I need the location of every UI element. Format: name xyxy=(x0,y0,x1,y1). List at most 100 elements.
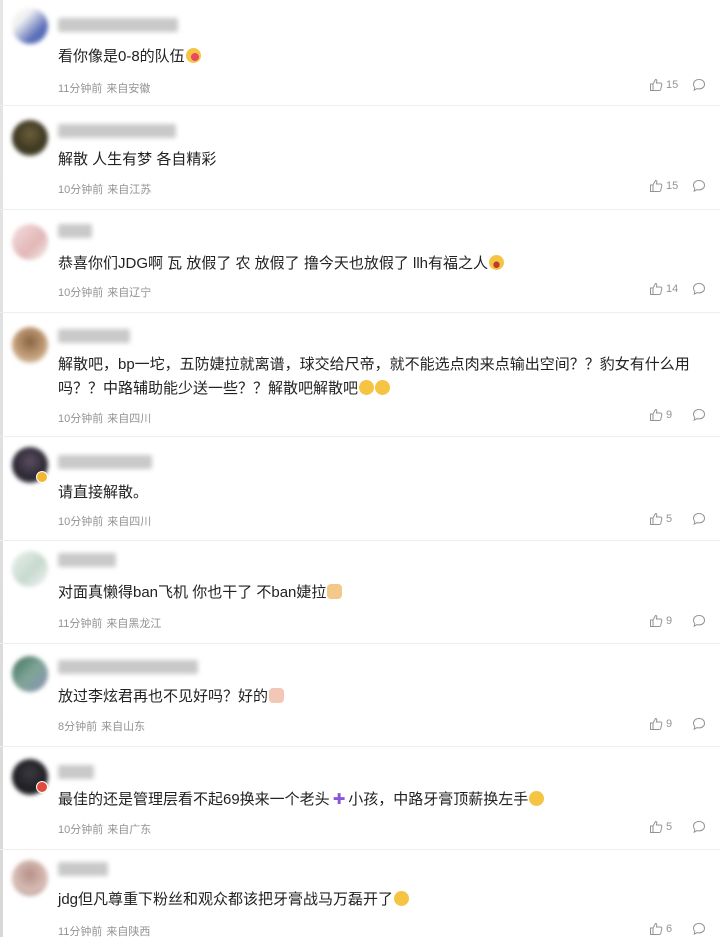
thumbs-up-icon xyxy=(650,78,663,91)
comment-location: 来自广东 xyxy=(107,824,152,836)
like-button[interactable]: 9 xyxy=(649,614,680,628)
like-button[interactable]: 5 xyxy=(649,512,680,526)
avatar[interactable] xyxy=(12,327,48,363)
comment-text: 放过李炫君再也不见好吗？好的 xyxy=(58,685,710,709)
reply-button[interactable] xyxy=(692,78,706,92)
comment-meta: 10分钟前 来自四川 xyxy=(58,410,151,426)
comment-location: 来自山东 xyxy=(101,721,146,733)
comment-bubble-icon xyxy=(692,820,706,834)
like-button[interactable]: 5 xyxy=(649,820,680,834)
like-count: 6 xyxy=(666,923,673,935)
like-button[interactable]: 9 xyxy=(649,408,680,422)
username-blurred[interactable] xyxy=(58,329,130,343)
avatar[interactable] xyxy=(12,8,48,44)
comment-item: jdg但凡尊重下粉丝和观众都该把牙膏战马万磊开了 11分钟前 来自陕西 6 xyxy=(0,850,720,938)
reply-button[interactable] xyxy=(692,179,706,193)
like-count: 15 xyxy=(666,79,679,91)
comment-actions: 6 xyxy=(649,922,706,936)
comment-time: 10分钟前 xyxy=(58,413,104,425)
comment-actions: 15 xyxy=(649,78,706,92)
dizzy-face-icon xyxy=(359,380,375,395)
comment-time: 10分钟前 xyxy=(58,824,104,836)
comment-text: 最佳的还是管理层看不起69换来一个老头 ✚ 小孩，中路牙膏顶薪换左手 xyxy=(58,788,710,812)
comment-text: 解散 人生有梦 各自精彩 xyxy=(58,151,217,168)
username-blurred[interactable] xyxy=(58,224,92,238)
comment-bubble-icon xyxy=(692,408,706,422)
comment-location: 来自四川 xyxy=(107,516,152,528)
comment-actions: 14 xyxy=(649,282,706,296)
comment-meta: 8分钟前 来自山东 xyxy=(58,718,145,734)
comment-text: jdg但凡尊重下粉丝和观众都该把牙膏战马万磊开了 xyxy=(58,888,710,912)
like-count: 5 xyxy=(666,513,673,525)
thumbs-up-icon xyxy=(650,179,663,192)
comment-actions: 5 xyxy=(649,820,706,834)
reply-button[interactable] xyxy=(692,512,706,526)
comment-meta: 10分钟前 来自四川 xyxy=(58,513,151,529)
like-button[interactable]: 14 xyxy=(649,282,680,296)
comment-location: 来自安徽 xyxy=(106,83,151,95)
comment-meta: 10分钟前 来自辽宁 xyxy=(58,284,151,300)
thumbs-up-icon xyxy=(650,820,663,833)
username-blurred[interactable] xyxy=(58,765,94,779)
username-blurred[interactable] xyxy=(58,18,178,32)
comment-location: 来自辽宁 xyxy=(107,287,152,299)
thumbs-up-icon xyxy=(650,922,663,935)
comment-time: 10分钟前 xyxy=(58,287,104,299)
comment-text: 看你像是0-8的队伍 xyxy=(58,45,710,69)
reply-button[interactable] xyxy=(692,717,706,731)
like-count: 15 xyxy=(666,180,679,192)
comment-bubble-icon xyxy=(692,614,706,628)
username-blurred[interactable] xyxy=(58,660,198,674)
comment-item: 解散 人生有梦 各自精彩 10分钟前 来自江苏 15 xyxy=(0,106,720,210)
comment-bubble-icon xyxy=(692,922,706,936)
avatar[interactable] xyxy=(12,551,48,587)
like-button[interactable]: 15 xyxy=(649,179,680,193)
username-blurred[interactable] xyxy=(58,553,116,567)
username-blurred[interactable] xyxy=(58,862,108,876)
comment-actions: 15 xyxy=(649,179,706,193)
avatar[interactable] xyxy=(12,860,48,896)
comment-meta: 10分钟前 来自广东 xyxy=(58,821,151,837)
reply-button[interactable] xyxy=(692,614,706,628)
reply-button[interactable] xyxy=(692,922,706,936)
like-count: 9 xyxy=(666,409,673,421)
reply-button[interactable] xyxy=(692,820,706,834)
like-button[interactable]: 15 xyxy=(649,78,680,92)
comment-actions: 9 xyxy=(649,408,706,422)
avatar[interactable] xyxy=(12,656,48,692)
like-count: 9 xyxy=(666,718,673,730)
face-blowing-kiss-icon xyxy=(185,48,201,63)
comment-item: 恭喜你们JDG啊 瓦 放假了 农 放假了 撸今天也放假了 llh有福之人 10分… xyxy=(0,210,720,313)
comment-text: 恭喜你们JDG啊 瓦 放假了 农 放假了 撸今天也放假了 llh有福之人 xyxy=(58,252,710,276)
facepalm-icon xyxy=(529,791,545,806)
ok-hand-icon xyxy=(269,688,285,703)
reply-button[interactable] xyxy=(692,408,706,422)
reply-button[interactable] xyxy=(692,282,706,296)
thumbs-up-icon xyxy=(650,282,663,295)
avatar[interactable] xyxy=(12,224,48,260)
comment-item: 放过李炫君再也不见好吗？好的 8分钟前 来自山东 9 xyxy=(0,644,720,747)
like-count: 14 xyxy=(666,283,679,295)
verified-badge-icon xyxy=(36,781,48,793)
comment-bubble-icon xyxy=(692,78,706,92)
comment-time: 10分钟前 xyxy=(58,184,104,196)
thumbs-up-icon xyxy=(650,408,663,421)
like-button[interactable]: 9 xyxy=(649,717,680,731)
username-blurred[interactable] xyxy=(58,124,176,138)
avatar[interactable] xyxy=(12,120,48,156)
username-blurred[interactable] xyxy=(58,455,152,469)
comment-bubble-icon xyxy=(692,717,706,731)
thumbs-up-emoji-icon xyxy=(327,584,343,599)
like-button[interactable]: 6 xyxy=(649,922,680,936)
thumbs-up-icon xyxy=(650,512,663,525)
laughing-face-icon xyxy=(489,255,505,270)
comment-text: 解散吧，bp一坨，五防婕拉就离谱，球交给尺帝，就不能选点肉来点输出空间？？豹女有… xyxy=(58,356,690,397)
comment-actions: 9 xyxy=(649,717,706,731)
comment-location: 来自四川 xyxy=(107,413,152,425)
comment-location: 来自江苏 xyxy=(107,184,152,196)
comment-bubble-icon xyxy=(692,282,706,296)
comment-time: 11分钟前 xyxy=(58,83,103,95)
comment-item: 请直接解散。 10分钟前 来自四川 5 xyxy=(0,437,720,541)
comment-location: 来自黑龙江 xyxy=(106,618,162,630)
comment-time: 8分钟前 xyxy=(58,721,98,733)
